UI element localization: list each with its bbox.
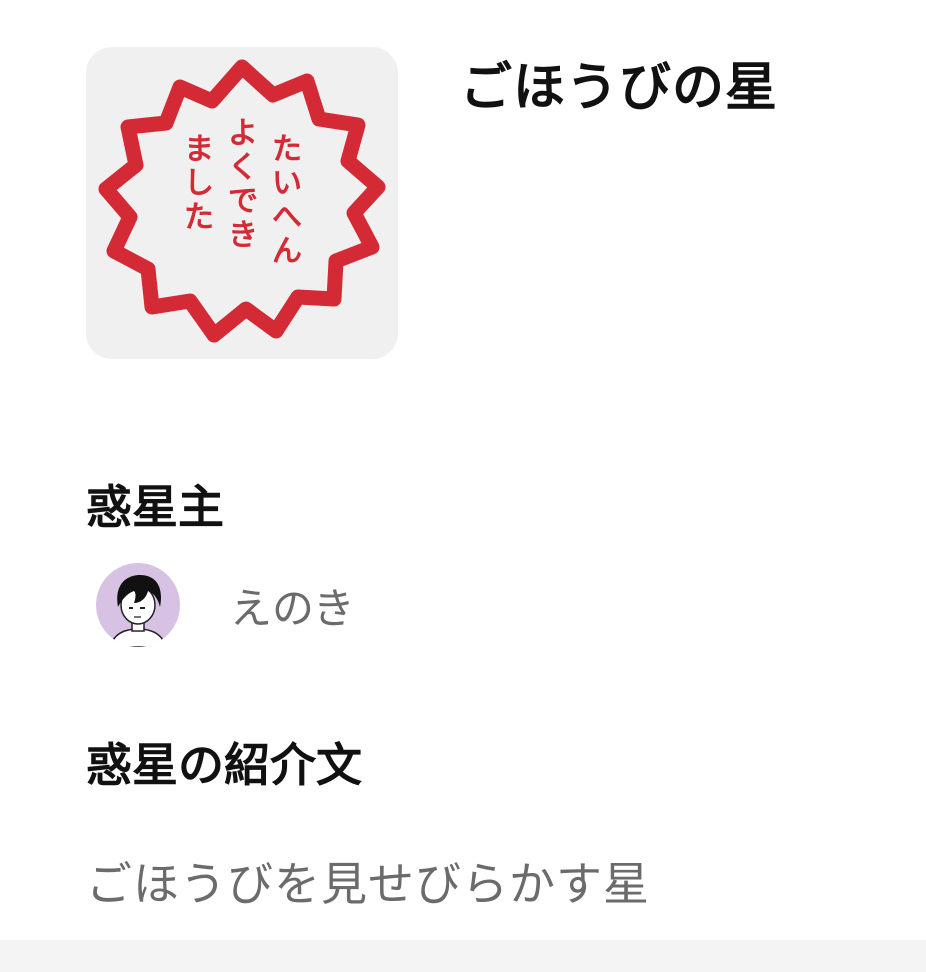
user-avatar-icon xyxy=(109,575,167,647)
stamp-line-2: よ く で き xyxy=(228,116,268,253)
stamp-line-3: ま し た xyxy=(184,132,224,235)
avatar[interactable] xyxy=(96,563,180,647)
bottom-bar xyxy=(0,940,926,972)
owner-section-title: 惑星主 xyxy=(86,480,224,534)
owner-name[interactable]: えのき xyxy=(230,575,355,636)
stamp-line-1: た い へ ん xyxy=(272,132,312,269)
praise-stamp-icon: た い へ ん よ く で き ま し た xyxy=(98,59,386,343)
planet-name: ごほうびの星 xyxy=(460,58,779,118)
planet-description: ごほうびを見せびらかす星 xyxy=(86,857,650,911)
planet-icon: た い へ ん よ く で き ま し た xyxy=(86,47,398,359)
owner-row[interactable]: えのき xyxy=(96,563,355,647)
intro-section-title: 惑星の紹介文 xyxy=(86,738,362,792)
